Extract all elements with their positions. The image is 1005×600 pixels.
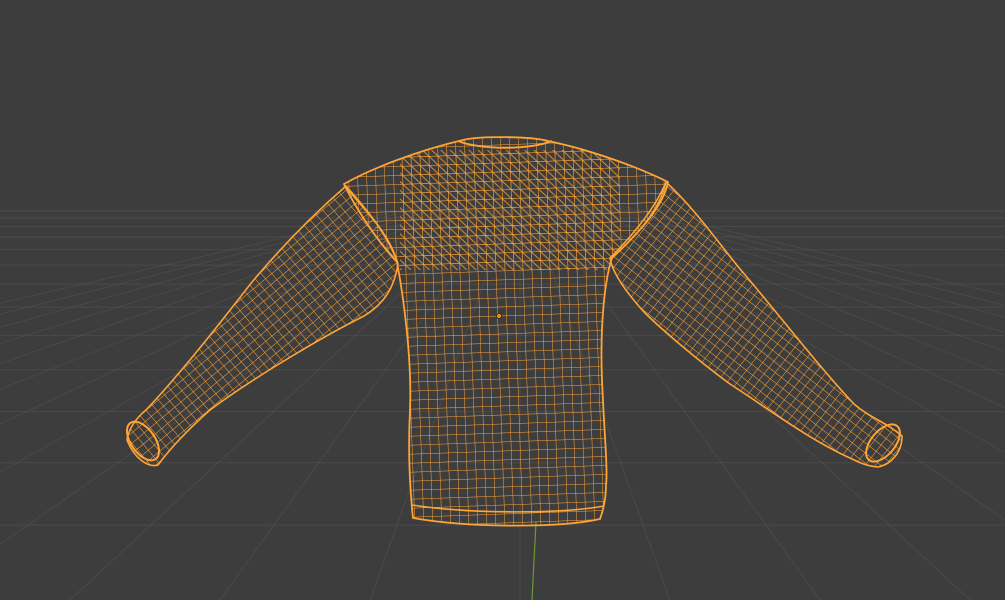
viewport-canvas[interactable] xyxy=(0,0,1005,600)
3d-viewport[interactable] xyxy=(0,0,1005,600)
object-origin[interactable] xyxy=(496,313,502,319)
sweater-mesh-icon[interactable] xyxy=(110,130,910,540)
y-axis-line xyxy=(531,521,537,600)
